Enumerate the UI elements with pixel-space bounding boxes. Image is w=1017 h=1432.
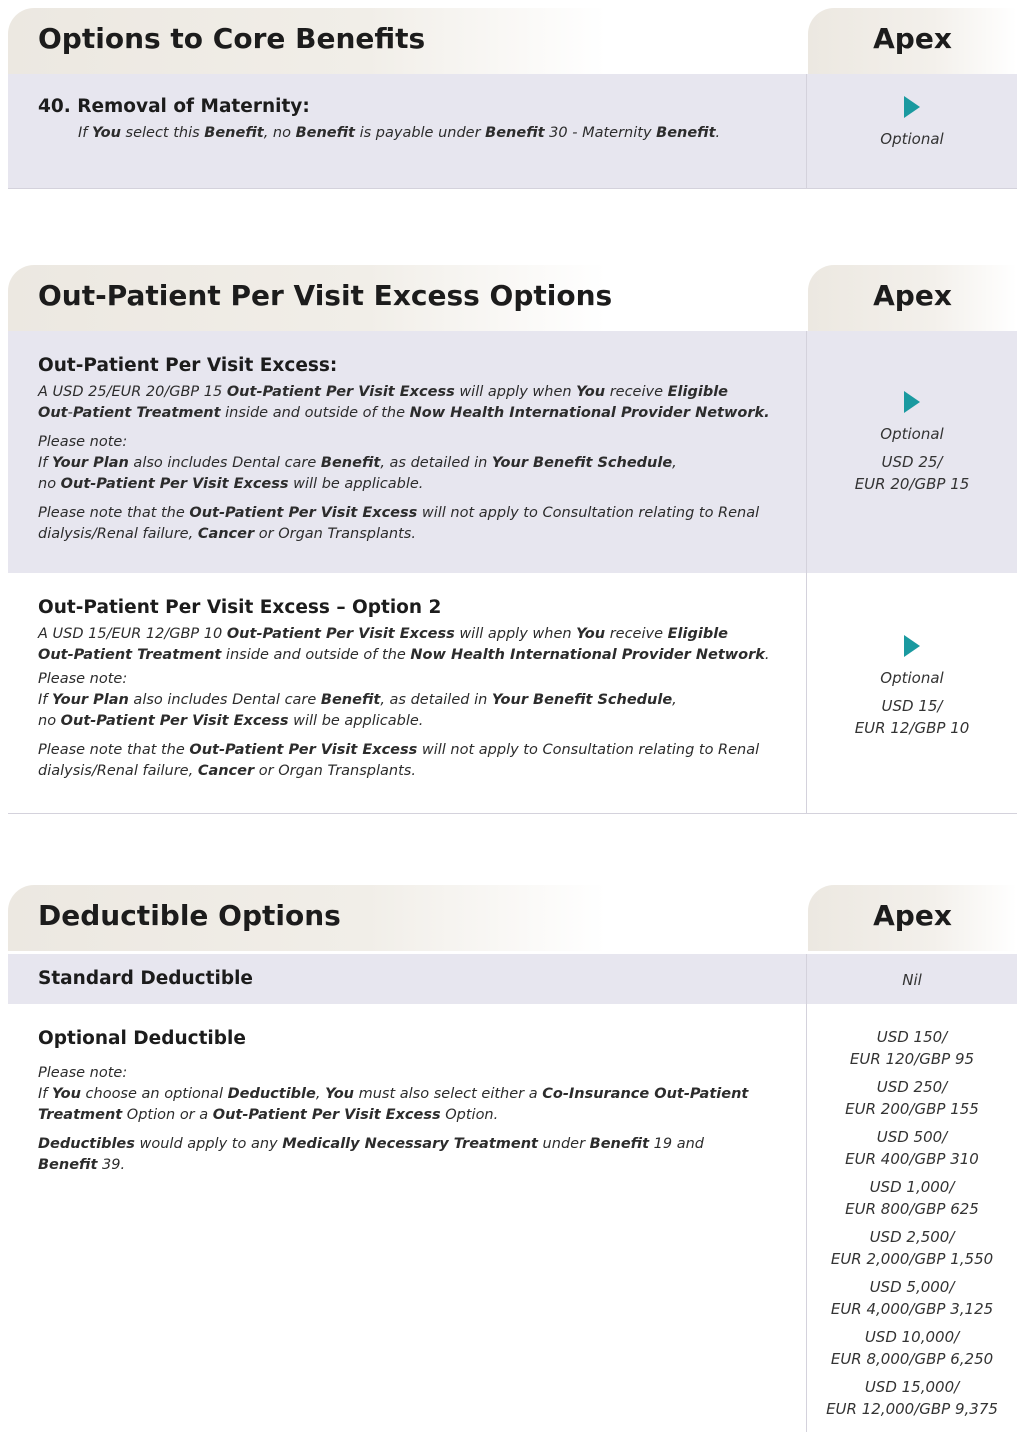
deductible-value-item: USD 2,500/EUR 2,000/GBP 1,550 (807, 1226, 1017, 1270)
excess-para-3: Please note that the Out-Patient Per Vis… (38, 742, 760, 779)
deductible-usd-amount: USD 150/ (876, 1028, 948, 1046)
excess-para-1: A USD 15/EUR 12/GBP 10 Out-Patient Per V… (38, 626, 770, 663)
deductible-usd-amount: USD 10,000/ (864, 1328, 960, 1346)
deductible-value-item: USD 15,000/EUR 12,000/GBP 9,375 (807, 1376, 1017, 1420)
standard-deductible-title: Standard Deductible (38, 968, 253, 989)
value-amount-line1: USD 15/ (881, 697, 943, 715)
benefit-value-cell: Optional (807, 74, 1017, 188)
value-amount-line1: USD 25/ (881, 453, 943, 471)
excess-para-1: A USD 25/EUR 20/GBP 15 Out-Patient Per V… (38, 384, 770, 421)
deductible-value-item: USD 1,000/EUR 800/GBP 625 (807, 1176, 1017, 1220)
excess-value-cell: Optional USD 15/ EUR 12/GBP 10 (807, 573, 1017, 813)
section-title: Deductible Options (38, 899, 341, 932)
excess-row-1: Out-Patient Per Visit Excess: A USD 25/E… (8, 331, 1017, 573)
plan-name: Apex (873, 22, 952, 55)
deductible-eur-gbp-amount: EUR 4,000/GBP 3,125 (830, 1300, 994, 1318)
deductible-eur-gbp-amount: EUR 400/GBP 310 (845, 1150, 979, 1168)
benefit-title: 40. Removal of Maternity: (38, 96, 806, 117)
section-header: Out-Patient Per Visit Excess Options Ape… (8, 265, 1017, 331)
plan-name: Apex (873, 899, 952, 932)
deductible-usd-amount: USD 250/ (876, 1078, 948, 1096)
deductible-usd-amount: USD 5,000/ (869, 1278, 955, 1296)
excess-para-3: Please note that the Out-Patient Per Vis… (38, 505, 760, 542)
excess-row-2: Out-Patient Per Visit Excess – Option 2 … (8, 573, 1017, 814)
excess-title: Out-Patient Per Visit Excess – Option 2 (38, 597, 442, 618)
deductible-value-item: USD 150/EUR 120/GBP 95 (807, 1026, 1017, 1070)
deductible-eur-gbp-amount: EUR 200/GBP 155 (845, 1100, 979, 1118)
out-patient-excess-section: Out-Patient Per Visit Excess Options Ape… (8, 265, 1017, 814)
benefit-number: 40. (38, 96, 71, 117)
section-title: Out-Patient Per Visit Excess Options (38, 279, 613, 312)
benefit-name: Removal of Maternity: (77, 96, 310, 117)
deductible-value-item: USD 10,000/EUR 8,000/GBP 6,250 (807, 1326, 1017, 1370)
excess-para-2: Please note: If Your Plan also includes D… (38, 671, 677, 729)
benefit-description: 40. Removal of Maternity: If You select … (8, 74, 807, 188)
deductible-note: Please note: If You choose an optional De… (38, 1065, 749, 1123)
excess-para-2: Please note: If Your Plan also includes D… (38, 434, 677, 492)
value-label: Optional (880, 669, 944, 687)
deductible-options-section: Deductible Options Apex Standard Deducti… (8, 885, 1017, 1432)
play-arrow-icon (904, 96, 920, 118)
deductible-eur-gbp-amount: EUR 800/GBP 625 (845, 1200, 979, 1218)
optional-deductible-row: Optional Deductible Please note: If You c… (8, 1004, 1017, 1432)
value-amount-line2: EUR 20/GBP 15 (854, 475, 970, 493)
section-title: Options to Core Benefits (38, 22, 426, 55)
value-label: Optional (880, 425, 944, 443)
standard-deductible-value-cell: Nil (807, 954, 1017, 1004)
deductible-value-item: USD 500/EUR 400/GBP 310 (807, 1126, 1017, 1170)
excess-value-cell: Optional USD 25/ EUR 20/GBP 15 (807, 331, 1017, 573)
plan-name: Apex (873, 279, 952, 312)
options-core-benefits-section: Options to Core Benefits Apex 40. Remova… (8, 8, 1017, 189)
optional-deductible-values: USD 150/EUR 120/GBP 95 USD 250/EUR 200/GB… (807, 1004, 1017, 1432)
deductible-eur-gbp-amount: EUR 2,000/GBP 1,550 (830, 1250, 994, 1268)
deductible-value-list: USD 150/EUR 120/GBP 95 USD 250/EUR 200/GB… (807, 1026, 1017, 1420)
section-header: Options to Core Benefits Apex (8, 8, 1017, 74)
deductible-applies-note: Deductibles would apply to any Medically… (38, 1136, 704, 1173)
header-plan-cell: Apex (808, 8, 1017, 74)
header-title-cell: Options to Core Benefits (8, 8, 806, 74)
play-arrow-icon (904, 391, 920, 413)
standard-deductible-row: Standard Deductible Nil (8, 954, 1017, 1004)
deductible-usd-amount: USD 500/ (876, 1128, 948, 1146)
benefit-text: If You select this Benefit, no Benefit i… (78, 125, 721, 141)
optional-deductible-description: Optional Deductible Please note: If You c… (8, 1004, 807, 1432)
value-amount-line2: EUR 12/GBP 10 (854, 719, 970, 737)
header-plan-cell: Apex (808, 885, 1017, 951)
header-plan-cell: Apex (808, 265, 1017, 331)
excess-description: Out-Patient Per Visit Excess: A USD 25/E… (8, 331, 807, 573)
standard-deductible-label-cell: Standard Deductible (8, 954, 807, 1004)
deductible-value-item: USD 250/EUR 200/GBP 155 (807, 1076, 1017, 1120)
excess-title: Out-Patient Per Visit Excess: (38, 355, 338, 376)
optional-deductible-title: Optional Deductible (38, 1028, 246, 1049)
section-header: Deductible Options Apex (8, 885, 1017, 951)
deductible-eur-gbp-amount: EUR 8,000/GBP 6,250 (830, 1350, 994, 1368)
deductible-usd-amount: USD 15,000/ (864, 1378, 960, 1396)
benefit-row: 40. Removal of Maternity: If You select … (8, 74, 1017, 189)
deductible-usd-amount: USD 2,500/ (869, 1228, 955, 1246)
deductible-eur-gbp-amount: EUR 120/GBP 95 (849, 1050, 975, 1068)
value-label: Optional (880, 130, 944, 148)
standard-deductible-value: Nil (902, 971, 922, 989)
header-title-cell: Deductible Options (8, 885, 806, 951)
deductible-usd-amount: USD 1,000/ (869, 1178, 955, 1196)
header-title-cell: Out-Patient Per Visit Excess Options (8, 265, 806, 331)
deductible-value-item: USD 5,000/EUR 4,000/GBP 3,125 (807, 1276, 1017, 1320)
deductible-eur-gbp-amount: EUR 12,000/GBP 9,375 (826, 1400, 998, 1418)
excess-description: Out-Patient Per Visit Excess – Option 2 … (8, 573, 807, 813)
play-arrow-icon (904, 635, 920, 657)
